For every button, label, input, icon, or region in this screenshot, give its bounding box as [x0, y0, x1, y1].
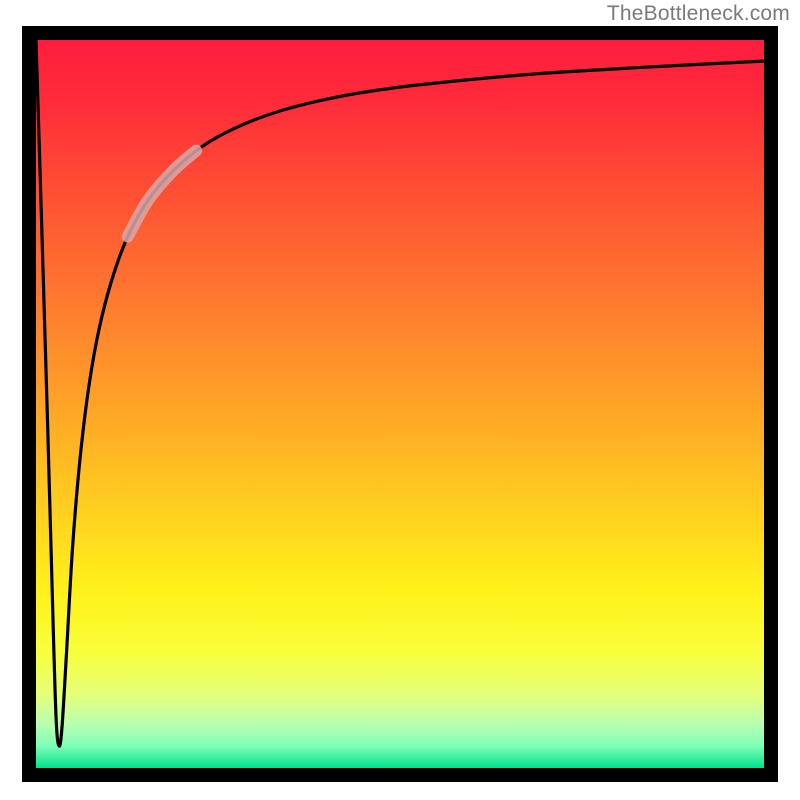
chart-curve-svg [36, 40, 764, 768]
curve-highlight-segment [128, 151, 196, 237]
bottleneck-curve [36, 40, 764, 746]
chart-frame [22, 26, 778, 782]
chart-plot-area [36, 40, 764, 768]
attribution-text: TheBottleneck.com [607, 2, 790, 26]
